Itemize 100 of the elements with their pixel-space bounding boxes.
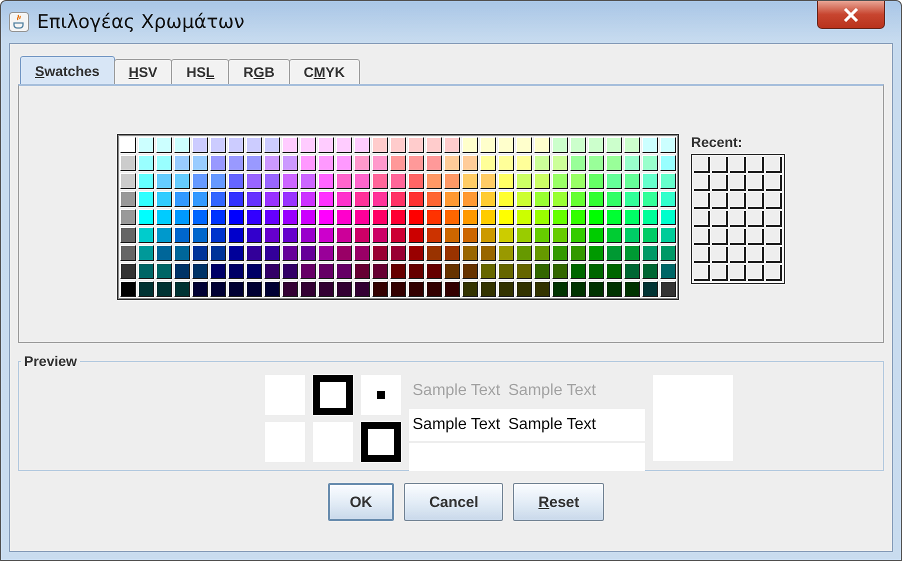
color-swatch[interactable] bbox=[192, 263, 208, 279]
color-swatch[interactable] bbox=[210, 245, 226, 261]
color-swatch[interactable] bbox=[588, 227, 604, 243]
color-swatch[interactable] bbox=[246, 281, 262, 297]
recent-swatch[interactable] bbox=[694, 229, 710, 245]
color-swatch[interactable] bbox=[480, 245, 496, 261]
color-swatch[interactable] bbox=[174, 227, 190, 243]
color-swatch[interactable] bbox=[588, 245, 604, 261]
color-swatch[interactable] bbox=[444, 227, 460, 243]
recent-swatch[interactable] bbox=[748, 265, 764, 281]
color-swatch[interactable] bbox=[156, 209, 172, 225]
color-swatch[interactable] bbox=[552, 155, 568, 171]
color-swatch[interactable] bbox=[192, 155, 208, 171]
color-swatch[interactable] bbox=[660, 173, 676, 189]
color-swatch[interactable] bbox=[606, 137, 622, 153]
color-swatch[interactable] bbox=[480, 155, 496, 171]
color-swatch[interactable] bbox=[408, 281, 424, 297]
color-swatch[interactable] bbox=[516, 209, 532, 225]
recent-swatch[interactable] bbox=[712, 265, 728, 281]
recent-swatch[interactable] bbox=[694, 175, 710, 191]
color-swatch[interactable] bbox=[282, 191, 298, 207]
color-swatch[interactable] bbox=[336, 245, 352, 261]
color-swatch[interactable] bbox=[336, 155, 352, 171]
color-swatch[interactable] bbox=[120, 209, 136, 225]
recent-swatch[interactable] bbox=[748, 175, 764, 191]
color-swatch[interactable] bbox=[156, 137, 172, 153]
color-swatch[interactable] bbox=[354, 209, 370, 225]
color-swatch[interactable] bbox=[552, 281, 568, 297]
color-swatch[interactable] bbox=[660, 227, 676, 243]
color-swatch[interactable] bbox=[246, 263, 262, 279]
color-swatch[interactable] bbox=[174, 191, 190, 207]
color-swatch[interactable] bbox=[498, 263, 514, 279]
color-swatch[interactable] bbox=[480, 137, 496, 153]
color-swatch[interactable] bbox=[444, 209, 460, 225]
color-swatch[interactable] bbox=[408, 155, 424, 171]
color-swatch[interactable] bbox=[156, 281, 172, 297]
recent-swatch[interactable] bbox=[712, 229, 728, 245]
color-swatch[interactable] bbox=[174, 281, 190, 297]
color-swatch[interactable] bbox=[516, 155, 532, 171]
color-swatch[interactable] bbox=[624, 281, 640, 297]
color-swatch[interactable] bbox=[300, 227, 316, 243]
color-swatch[interactable] bbox=[210, 263, 226, 279]
recent-swatch[interactable] bbox=[748, 193, 764, 209]
color-swatch[interactable] bbox=[588, 191, 604, 207]
color-swatch[interactable] bbox=[480, 209, 496, 225]
color-swatch[interactable] bbox=[282, 137, 298, 153]
color-swatch[interactable] bbox=[606, 191, 622, 207]
color-swatch[interactable] bbox=[138, 155, 154, 171]
color-swatch[interactable] bbox=[642, 227, 658, 243]
color-swatch[interactable] bbox=[552, 209, 568, 225]
color-swatch[interactable] bbox=[228, 263, 244, 279]
color-swatch[interactable] bbox=[318, 191, 334, 207]
color-swatch[interactable] bbox=[282, 281, 298, 297]
color-swatch[interactable] bbox=[246, 227, 262, 243]
color-swatch[interactable] bbox=[282, 263, 298, 279]
color-swatch[interactable] bbox=[408, 137, 424, 153]
color-swatch[interactable] bbox=[642, 173, 658, 189]
color-swatch[interactable] bbox=[534, 263, 550, 279]
color-swatch[interactable] bbox=[246, 137, 262, 153]
color-swatch[interactable] bbox=[480, 281, 496, 297]
color-swatch[interactable] bbox=[354, 227, 370, 243]
recent-swatch[interactable] bbox=[766, 211, 782, 227]
color-swatch[interactable] bbox=[390, 191, 406, 207]
color-swatch[interactable] bbox=[354, 191, 370, 207]
color-swatch[interactable] bbox=[372, 209, 388, 225]
color-swatch[interactable] bbox=[570, 227, 586, 243]
color-swatch[interactable] bbox=[156, 191, 172, 207]
color-swatch[interactable] bbox=[318, 137, 334, 153]
color-swatch[interactable] bbox=[390, 227, 406, 243]
dialog-button[interactable]: OK bbox=[328, 483, 394, 521]
color-swatch[interactable] bbox=[156, 155, 172, 171]
tab[interactable]: Swatches bbox=[20, 56, 115, 84]
color-swatch[interactable] bbox=[174, 263, 190, 279]
color-swatch[interactable] bbox=[570, 281, 586, 297]
color-swatch[interactable] bbox=[552, 227, 568, 243]
tab[interactable]: CMYK bbox=[288, 59, 360, 84]
color-swatch[interactable] bbox=[354, 263, 370, 279]
color-swatch[interactable] bbox=[120, 173, 136, 189]
recent-swatch[interactable] bbox=[730, 247, 746, 263]
color-swatch[interactable] bbox=[264, 209, 280, 225]
color-swatch[interactable] bbox=[282, 155, 298, 171]
color-swatch[interactable] bbox=[282, 209, 298, 225]
color-swatch[interactable] bbox=[372, 191, 388, 207]
color-swatch[interactable] bbox=[192, 137, 208, 153]
color-swatch[interactable] bbox=[318, 263, 334, 279]
color-swatch[interactable] bbox=[174, 173, 190, 189]
color-swatch[interactable] bbox=[372, 263, 388, 279]
color-swatch[interactable] bbox=[606, 209, 622, 225]
color-swatch[interactable] bbox=[588, 209, 604, 225]
color-swatch[interactable] bbox=[624, 245, 640, 261]
color-swatch[interactable] bbox=[264, 263, 280, 279]
recent-swatch[interactable] bbox=[766, 193, 782, 209]
recent-swatch[interactable] bbox=[730, 229, 746, 245]
color-swatch[interactable] bbox=[120, 137, 136, 153]
color-swatch[interactable] bbox=[138, 137, 154, 153]
color-swatch[interactable] bbox=[300, 209, 316, 225]
color-swatch[interactable] bbox=[426, 173, 442, 189]
color-swatch[interactable] bbox=[516, 263, 532, 279]
color-swatch[interactable] bbox=[534, 137, 550, 153]
color-swatch[interactable] bbox=[210, 173, 226, 189]
